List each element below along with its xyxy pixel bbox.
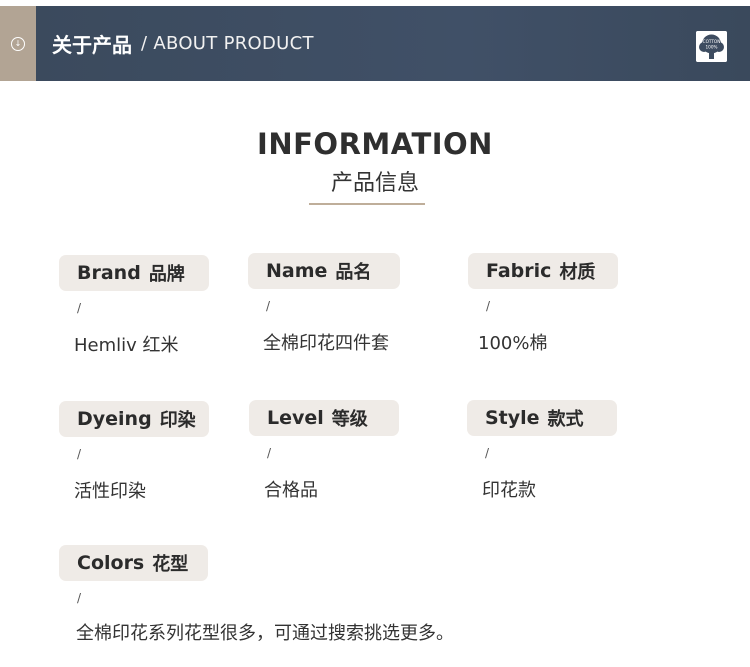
info-value: 100%棉 [478,333,548,354]
separator-slash: / [266,299,271,313]
info-value: 合格品 [264,480,318,501]
header-title: 关于产品 [52,33,132,57]
info-label-pill: Brand 品牌 [59,255,209,291]
scroll-down-icon[interactable]: ↓ [11,36,25,51]
label-en: Brand [77,262,141,284]
info-value: 印花款 [482,480,536,501]
info-value: Hemliv 红米 [74,335,179,356]
separator-slash: / [77,447,82,461]
cotton-100-icon: COTTON 100% [696,31,727,62]
badge-text-top: COTTON [703,39,721,44]
separator-slash: / [486,299,491,313]
info-value: 全棉印花四件套 [263,333,389,354]
label-cn: 等级 [331,409,368,430]
label-cn: 品牌 [148,264,185,285]
page-header: ↓ 关于产品 / ABOUT PRODUCT COTTON 100% [0,6,750,81]
label-cn: 印染 [159,410,196,431]
label-cn: 花型 [152,554,189,575]
info-label-pill: Dyeing 印染 [59,401,209,437]
label-en: Style [485,407,540,429]
section-divider [309,203,425,205]
info-label-pill: Colors 花型 [59,545,208,581]
info-value: 全棉印花系列花型很多，可通过搜索挑选更多。 [76,623,454,644]
info-value: 活性印染 [74,481,146,502]
section-heading: INFORMATION 产品信息 [0,127,750,197]
label-en: Level [267,407,324,429]
separator-slash: / [485,446,490,460]
label-en: Colors [77,552,145,574]
label-en: Name [266,260,328,282]
info-label-pill: Level 等级 [249,400,399,436]
separator-slash: / [77,591,82,605]
info-label-pill: Name 品名 [248,253,400,289]
label-en: Fabric [486,260,552,282]
label-en: Dyeing [77,408,152,430]
label-cn: 材质 [559,262,596,283]
info-label-pill: Fabric 材质 [468,253,618,289]
info-label-pill: Style 款式 [467,400,617,436]
badge-text-bottom: 100% [706,45,718,50]
section-subtitle: 产品信息 [330,171,419,196]
separator-slash: / [77,301,82,315]
label-cn: 品名 [335,262,372,283]
header-tab[interactable]: ↓ [0,6,36,81]
section-title: INFORMATION [257,127,493,161]
separator-slash: / [267,446,272,460]
label-cn: 款式 [547,409,584,430]
header-bar: 关于产品 / ABOUT PRODUCT COTTON 100% [36,6,750,81]
header-subtitle: / ABOUT PRODUCT [141,33,314,54]
